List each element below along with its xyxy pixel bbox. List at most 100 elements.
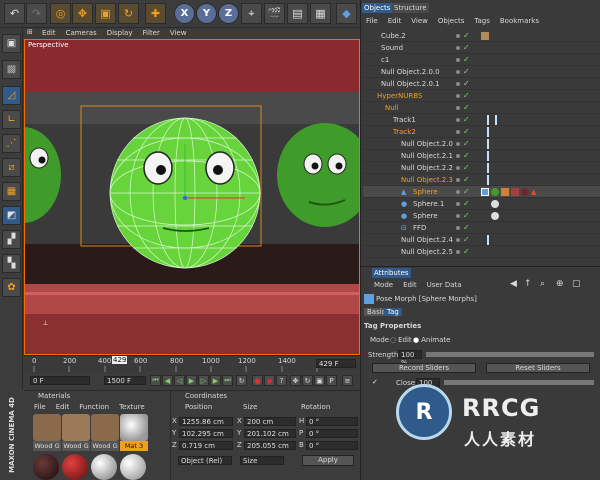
redo-icon[interactable]: ↷ <box>26 3 47 24</box>
object-row[interactable]: Null Object.2.4 ✓ <box>363 234 600 246</box>
apply-button[interactable]: Apply <box>302 455 354 466</box>
edges-mode-icon[interactable]: ⧄ <box>2 158 21 177</box>
cube-icon[interactable]: ◆ <box>336 3 357 24</box>
attributes-menu-item[interactable]: User Data <box>427 281 462 289</box>
lock-icon[interactable]: ⊕ <box>556 279 564 289</box>
points-mode-icon[interactable]: ⋰ <box>2 134 21 153</box>
object-row[interactable]: Track1 ✓ <box>363 114 600 126</box>
model-mode-icon[interactable]: ◿ <box>2 86 21 105</box>
material-ball[interactable] <box>120 454 146 480</box>
snap-icon[interactable]: ▚ <box>2 254 21 273</box>
size-z-field[interactable]: 205.055 cm <box>244 440 296 450</box>
materials-menu-item[interactable]: Texture <box>119 403 145 411</box>
strength-field[interactable]: 100 % <box>398 350 422 367</box>
object-row[interactable]: ● Sphere ✓ <box>363 210 600 222</box>
tab-objects[interactable]: Objects <box>362 3 393 13</box>
coord-mode-select[interactable]: Object (Rel) <box>178 456 232 465</box>
material-item[interactable]: Wood G <box>91 414 119 452</box>
reset-sliders-button[interactable]: Reset Sliders <box>486 363 590 373</box>
close-slider[interactable] <box>444 380 594 385</box>
material-ball[interactable] <box>91 454 117 480</box>
scale-icon[interactable]: ▣ <box>95 3 116 24</box>
go-end-icon[interactable]: ⏭ <box>222 375 233 386</box>
y-axis-button[interactable]: Y <box>196 3 217 24</box>
object-row[interactable]: Track2 ✓ <box>363 126 600 138</box>
key-scale-icon[interactable]: ▣ <box>314 375 325 386</box>
object-row[interactable]: Null Object.2.2 ✓ <box>363 162 600 174</box>
tab-attributes[interactable]: Attributes <box>372 268 411 278</box>
search-icon[interactable]: ⌕ <box>540 279 545 289</box>
x-axis-button[interactable]: X <box>174 3 195 24</box>
end-frame-field[interactable]: 429 F <box>316 359 356 368</box>
attributes-menu-item[interactable]: Edit <box>403 281 417 289</box>
materials-menu-item[interactable]: Function <box>79 403 109 411</box>
viewport-menu-item[interactable]: Edit <box>42 29 56 37</box>
coordinate-system-icon[interactable]: ⌖ <box>241 3 262 24</box>
key-rotate-icon[interactable]: ↻ <box>302 375 313 386</box>
enable-axis-icon[interactable]: ◩ <box>2 206 21 225</box>
prev-key-icon[interactable]: ◀ <box>162 375 173 386</box>
start-frame-field[interactable]: 0 F <box>30 376 90 385</box>
object-row[interactable]: ● Sphere.1 ✓ <box>363 198 600 210</box>
mode-animate-radio[interactable]: ● Animate <box>413 336 450 344</box>
autokey-icon[interactable]: ◉ <box>264 375 275 386</box>
loop-icon[interactable]: ↻ <box>236 375 247 386</box>
material-ball[interactable] <box>62 454 88 480</box>
prev-frame-icon[interactable]: ◁ <box>174 375 185 386</box>
material-item[interactable]: Wood G <box>33 414 61 452</box>
move-icon[interactable]: ✥ <box>72 3 93 24</box>
polygons-mode-icon[interactable]: ▦ <box>2 182 21 201</box>
texture-mode-icon[interactable]: ▩ <box>2 60 21 79</box>
position-z-field[interactable]: 0.719 cm <box>179 440 233 450</box>
material-ball[interactable] <box>33 454 59 480</box>
objects-menu-item[interactable]: View <box>411 17 428 25</box>
timeline-ruler[interactable]: 0 200 400 429 600 800 1000 1200 1400 429… <box>24 355 360 372</box>
end-frame-field-2[interactable]: 1500 F <box>104 376 146 385</box>
objects-menu-item[interactable]: Edit <box>388 17 402 25</box>
strength-slider[interactable] <box>426 352 594 357</box>
materials-tab[interactable]: Materials <box>38 392 70 400</box>
object-row[interactable]: HyperNURBS ✓ <box>363 90 600 102</box>
new-panel-icon[interactable]: ▢ <box>572 279 581 289</box>
live-selection-icon[interactable]: ◎ <box>50 3 71 24</box>
close-enabled-checkbox[interactable]: ✓ <box>372 378 378 386</box>
coordinates-tab[interactable]: Coordinates <box>185 392 227 400</box>
objects-menu-item[interactable]: Tags <box>474 17 490 25</box>
next-key-icon[interactable]: ▶ <box>210 375 221 386</box>
material-item[interactable]: Wood G <box>62 414 90 452</box>
materials-menu-item[interactable]: File <box>34 403 46 411</box>
viewport-nav-icon[interactable]: ⊞ <box>27 28 33 36</box>
undo-icon[interactable]: ↶ <box>4 3 25 24</box>
record-sliders-button[interactable]: Record Sliders <box>372 363 476 373</box>
object-row[interactable]: Null Object.2.3 ✓ <box>363 174 600 186</box>
object-row[interactable]: Null ✓ <box>363 102 600 114</box>
viewport-menu-item[interactable]: Cameras <box>66 29 97 37</box>
rotation-p-field[interactable]: 0 ° <box>306 428 358 438</box>
render-picture-viewer-icon[interactable]: ▤ <box>287 3 308 24</box>
record-icon[interactable]: ● <box>252 375 263 386</box>
z-axis-button[interactable]: Z <box>218 3 239 24</box>
object-row[interactable]: Null Object.2.1 ✓ <box>363 150 600 162</box>
viewport-menu-item[interactable]: Filter <box>143 29 160 37</box>
position-y-field[interactable]: 102.295 cm <box>179 428 233 438</box>
objects-menu-item[interactable]: Objects <box>438 17 464 25</box>
rotation-h-field[interactable]: 0 ° <box>306 416 358 426</box>
go-start-icon[interactable]: ⏮ <box>150 375 161 386</box>
object-row[interactable]: Null Object.2.0 ✓ <box>363 138 600 150</box>
objects-menu-item[interactable]: Bookmarks <box>500 17 539 25</box>
key-param-icon[interactable]: P <box>326 375 337 386</box>
objects-menu-item[interactable]: File <box>366 17 378 25</box>
render-settings-icon[interactable]: ▦ <box>310 3 331 24</box>
tweak-icon[interactable]: ▞ <box>2 230 21 249</box>
object-row[interactable]: ⊟ FFD ✓ <box>363 222 600 234</box>
viewport-menu-item[interactable]: View <box>170 29 187 37</box>
object-row[interactable]: Null Object.2.0.1 ✓ <box>363 78 600 90</box>
object-row[interactable]: ▲ Sphere ✓ ▲ <box>363 186 600 198</box>
axis-mode-icon[interactable]: ∟ <box>2 110 21 129</box>
object-row[interactable]: Cube.2 ✓ <box>363 30 600 42</box>
tab-structure[interactable]: Structure <box>392 3 429 13</box>
timeline-menu-icon[interactable]: ≡ <box>342 375 353 386</box>
object-row[interactable]: Sound ✓ <box>363 42 600 54</box>
mode-edit-radio[interactable]: ○ Edit <box>390 336 412 344</box>
workplane-icon[interactable]: ✿ <box>2 278 21 297</box>
